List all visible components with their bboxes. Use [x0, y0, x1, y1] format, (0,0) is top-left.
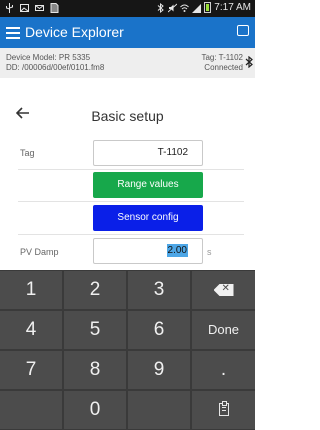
device-tag: Tag: T-1102	[201, 53, 243, 62]
divider	[18, 201, 244, 202]
page-title: Basic setup	[91, 108, 164, 124]
numeric-keyboard: 1 2 3 4 5 6 Done 7 8 9 . 0	[0, 270, 255, 430]
app-bar: Device Explorer	[0, 17, 255, 48]
signal-icon	[192, 3, 202, 13]
app-title: Device Explorer	[25, 24, 124, 40]
sim-icon	[50, 3, 59, 13]
key-8[interactable]: 8	[64, 351, 126, 389]
tag-field[interactable]: T-1102	[93, 140, 203, 166]
key-0[interactable]: 0	[64, 391, 126, 429]
device-dd: DD: /00006d/00ef/0101.fm8	[6, 63, 105, 72]
tag-label: Tag	[20, 148, 35, 158]
sensor-config-button[interactable]: Sensor config	[93, 205, 203, 231]
key-1[interactable]: 1	[0, 271, 62, 309]
image-icon	[20, 3, 29, 13]
device-info-strip: Device Model: PR 5335 DD: /00006d/00ef/0…	[0, 48, 255, 78]
bluetooth-icon	[156, 2, 165, 13]
connection-status: Connected	[204, 63, 243, 72]
range-values-button[interactable]: Range values	[93, 172, 203, 198]
wifi-icon	[180, 3, 190, 13]
divider	[18, 169, 244, 170]
mail-icon	[35, 3, 44, 13]
battery-icon	[204, 2, 212, 13]
pv-damp-value: 2.00	[166, 244, 188, 257]
pv-damp-unit: s	[207, 247, 212, 257]
key-4[interactable]: 4	[0, 311, 62, 349]
bluetooth-icon	[245, 55, 253, 71]
dot-key[interactable]: .	[192, 351, 255, 389]
key-7[interactable]: 7	[0, 351, 62, 389]
done-key[interactable]: Done	[192, 311, 255, 349]
clipboard-key[interactable]	[192, 391, 255, 429]
status-time: 7:17 AM	[214, 2, 251, 13]
status-left-icons	[5, 3, 59, 13]
mute-icon	[167, 3, 178, 13]
blank-key[interactable]	[0, 391, 62, 429]
key-9[interactable]: 9	[128, 351, 190, 389]
device-model: Device Model: PR 5335	[6, 53, 91, 62]
backspace-key[interactable]	[192, 271, 255, 309]
menu-icon[interactable]	[6, 24, 20, 40]
chat-icon[interactable]	[237, 25, 249, 36]
blank-key[interactable]	[128, 391, 190, 429]
key-2[interactable]: 2	[64, 271, 126, 309]
usb-icon	[5, 3, 14, 13]
backspace-icon	[213, 284, 234, 296]
key-6[interactable]: 6	[128, 311, 190, 349]
key-5[interactable]: 5	[64, 311, 126, 349]
pv-damp-field[interactable]: 2.00	[93, 238, 203, 264]
divider	[18, 234, 244, 235]
pv-damp-label: PV Damp	[20, 247, 59, 257]
clipboard-icon	[218, 401, 229, 416]
status-bar: 7:17 AM	[0, 0, 255, 17]
status-right-icons: 7:17 AM	[156, 2, 251, 13]
key-3[interactable]: 3	[128, 271, 190, 309]
